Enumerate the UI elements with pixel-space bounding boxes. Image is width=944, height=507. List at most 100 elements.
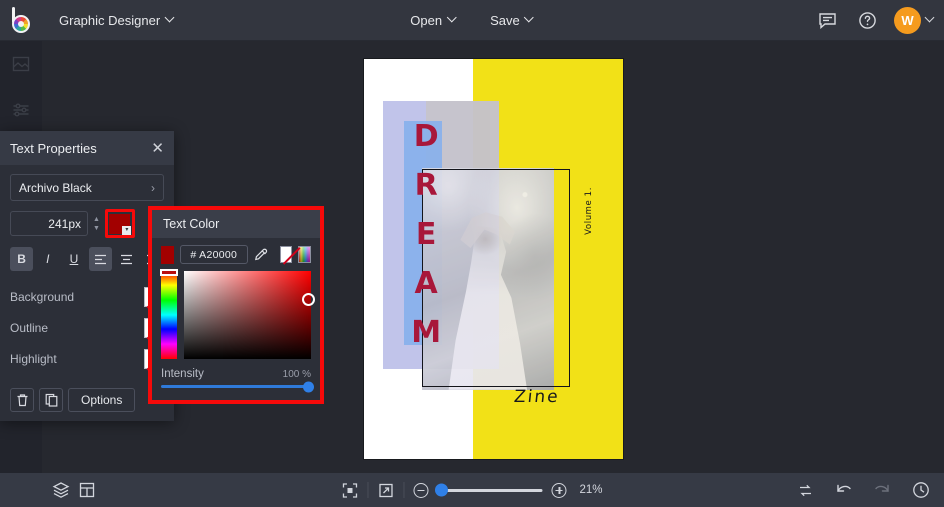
rail-item-image[interactable]	[0, 41, 42, 87]
chevron-down-icon	[448, 14, 456, 22]
logo-wheel	[12, 15, 30, 33]
zoom-out-glyph	[413, 483, 428, 498]
history-clock-icon[interactable]	[912, 481, 930, 499]
app-title-label: Graphic Designer	[59, 13, 160, 28]
intensity-slider[interactable]	[161, 385, 311, 388]
chevron-right-icon: ›	[151, 181, 155, 195]
divider	[367, 482, 368, 498]
dream-letter: M	[411, 319, 441, 347]
saturation-value-thumb[interactable]	[302, 293, 315, 306]
text-color-swatch: ▾	[109, 214, 130, 234]
italic-button[interactable]: I	[36, 247, 59, 271]
dream-letter: A	[415, 270, 438, 298]
redo-arrow-icon[interactable]	[873, 482, 892, 499]
app-title-menu[interactable]: Graphic Designer	[48, 7, 185, 34]
divider	[403, 482, 404, 498]
text-color-swatch-button[interactable]: ▾	[105, 209, 135, 238]
font-size-row: 241px ▲ ▼ ▾	[10, 209, 164, 238]
font-family-selector[interactable]: Archivo Black ›	[10, 174, 164, 201]
no-color-swatch[interactable]	[280, 246, 293, 263]
font-size-input[interactable]: 241px	[10, 211, 88, 236]
bottom-right-actions	[797, 481, 930, 499]
popup-title: Text Color	[163, 217, 219, 231]
copy-icon[interactable]	[39, 388, 63, 412]
chevron-down-icon	[526, 14, 534, 22]
open-label: Open	[410, 13, 442, 28]
hex-value: # A20000	[190, 249, 237, 261]
current-color-swatch[interactable]	[161, 246, 174, 264]
close-icon[interactable]: ✕	[151, 141, 164, 156]
align-center-button[interactable]	[115, 247, 138, 271]
hex-input[interactable]: # A20000	[180, 245, 248, 264]
background-property-row[interactable]: Background	[10, 281, 164, 312]
italic-label: I	[46, 252, 49, 266]
volume-text[interactable]: Volume 1.	[584, 187, 594, 235]
swap-arrows-icon[interactable]	[797, 482, 814, 499]
expand-arrow-icon[interactable]	[377, 482, 394, 499]
dream-letter: E	[416, 221, 437, 249]
chevron-down-icon	[926, 14, 934, 22]
save-button[interactable]: Save	[479, 7, 545, 34]
chevron-down-icon	[166, 14, 174, 22]
zoom-in-glyph	[551, 483, 566, 498]
zoom-controls: 21%	[341, 482, 602, 499]
outline-label: Outline	[10, 321, 48, 335]
application-window: Graphic Designer Open Save	[0, 0, 944, 507]
minus-circle-icon[interactable]	[413, 483, 428, 498]
top-toolbar: Graphic Designer Open Save	[0, 0, 944, 41]
stepper-up-icon: ▲	[93, 216, 100, 223]
stepper-down-icon: ▼	[93, 225, 100, 232]
zoom-slider[interactable]	[437, 489, 542, 492]
zine-text[interactable]: Zine	[513, 387, 561, 407]
plus-circle-icon[interactable]	[551, 483, 566, 498]
layers-icon[interactable]	[52, 481, 70, 499]
panel-header: Text Properties ✕	[0, 131, 174, 165]
open-button[interactable]: Open	[399, 7, 467, 34]
rainbow-palette-swatch[interactable]	[298, 246, 311, 263]
popup-header: Text Color	[152, 210, 320, 238]
dream-title-text[interactable]: D R E A M	[405, 123, 446, 347]
hue-slider[interactable]	[161, 271, 177, 359]
options-button[interactable]: Options	[68, 388, 135, 412]
bold-label: B	[17, 252, 26, 266]
dream-letter: D	[414, 123, 439, 151]
bottom-left-actions	[52, 481, 96, 499]
top-right-actions: W	[814, 7, 934, 34]
question-circle-icon[interactable]	[854, 7, 880, 33]
intensity-label: Intensity	[161, 368, 204, 380]
avatar[interactable]: W	[894, 7, 921, 34]
color-wheel-logo-icon	[10, 7, 34, 33]
text-color-popup: Text Color # A20000	[148, 206, 324, 404]
template-grid-icon[interactable]	[78, 481, 96, 499]
zoom-slider-thumb[interactable]	[435, 484, 448, 497]
rail-item-adjustments[interactable]	[0, 87, 42, 133]
eyedropper-icon[interactable]	[254, 248, 268, 262]
intensity-slider-thumb[interactable]	[303, 381, 314, 392]
artboard[interactable]: D R E A M Volume 1. Zine	[364, 59, 623, 459]
zoom-level-value: 21%	[579, 484, 602, 496]
bold-button[interactable]: B	[10, 247, 33, 271]
font-size-stepper[interactable]: ▲ ▼	[93, 216, 100, 232]
outline-property-row[interactable]: Outline	[10, 312, 164, 343]
dream-letter: R	[415, 172, 438, 200]
highlight-label: Highlight	[10, 352, 57, 366]
intensity-row: Intensity 100 %	[161, 368, 311, 380]
saturation-value-area[interactable]	[184, 271, 311, 359]
font-size-value: 241px	[48, 217, 81, 231]
user-menu[interactable]: W	[894, 7, 934, 34]
app-logo[interactable]	[0, 0, 44, 41]
hue-slider-thumb[interactable]	[160, 269, 178, 276]
trash-icon[interactable]	[10, 388, 34, 412]
undo-arrow-icon[interactable]	[834, 482, 853, 499]
underline-button[interactable]: U	[62, 247, 85, 271]
align-left-button[interactable]	[89, 247, 112, 271]
popup-body: # A20000	[152, 238, 320, 388]
background-label: Background	[10, 290, 74, 304]
fit-to-screen-icon[interactable]	[341, 482, 358, 499]
highlight-property-row[interactable]: Highlight	[10, 343, 164, 374]
panel-title: Text Properties	[10, 141, 97, 156]
chat-bubble-icon[interactable]	[814, 7, 840, 33]
options-label: Options	[81, 393, 122, 407]
bottom-toolbar: 21%	[0, 473, 944, 507]
color-picker-row	[161, 271, 311, 359]
